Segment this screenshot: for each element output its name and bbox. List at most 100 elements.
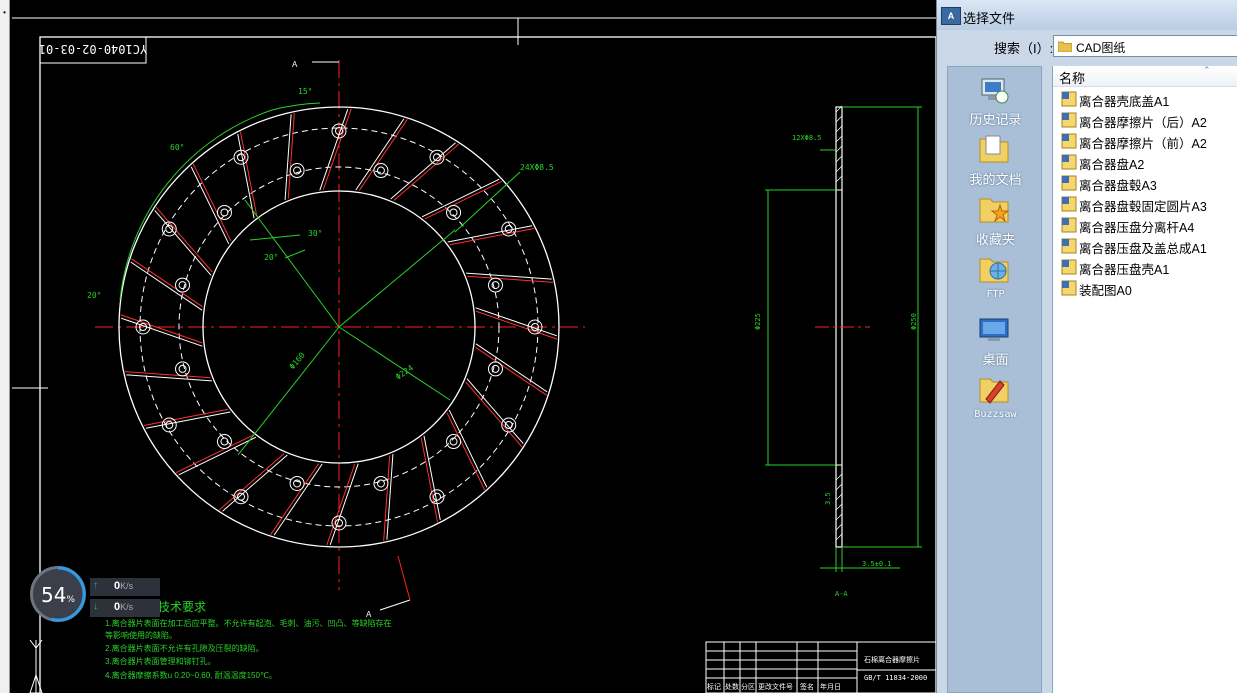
section-view: 12XΦ8.5 Φ225 Φ250 3.5 3.5±0.1 A-A: [754, 105, 922, 598]
folder-icon: [1058, 41, 1072, 52]
file-item[interactable]: 离合器盘毂A3: [1061, 173, 1237, 193]
dwg-file-icon: [1061, 238, 1077, 254]
dialog-titlebar[interactable]: A 选择文件: [937, 0, 1237, 30]
file-list[interactable]: 名称 ⌃ 离合器壳底盖A1 离合器摩擦片（后）A2 离合器摩擦片（前）A2 离合器盘A…: [1052, 65, 1237, 693]
rivet-hole: [175, 361, 191, 377]
slot-line: [447, 225, 533, 243]
section-mark-top: A: [292, 60, 298, 69]
file-item[interactable]: 离合器摩擦片（后）A2: [1061, 110, 1237, 130]
slot-line: [155, 206, 213, 273]
rivet-hole: [487, 361, 503, 377]
file-item[interactable]: 离合器摩擦片（前）A2: [1061, 131, 1237, 151]
slot-line: [192, 163, 232, 242]
arrow-down-icon: ↓: [93, 601, 98, 612]
slot-line: [143, 408, 229, 427]
dwg-file-icon: [1061, 154, 1077, 170]
rivet-hole-inner: [237, 153, 245, 162]
file-name: 离合器盘A2: [1079, 158, 1145, 172]
slot-line: [423, 435, 441, 521]
column-header-name[interactable]: 名称 ⌃: [1053, 65, 1237, 87]
slot-line: [467, 275, 554, 283]
slot-line: [120, 314, 203, 344]
slot-line: [319, 109, 349, 191]
file-item[interactable]: 离合器盘毂固定圆片A3: [1061, 194, 1237, 214]
select-file-dialog: A 选择文件 搜索（I）: CAD图纸 历史记录 我的文档 收藏夹 FTP 桌面…: [936, 0, 1237, 693]
gauge-percent: 54: [40, 583, 67, 607]
rivet-hole: [373, 475, 389, 491]
rivet-hole: [175, 277, 191, 293]
tech-note-3: 3.离合器片表面管理和铆钉孔。: [105, 656, 216, 666]
tech-note-1b: 等影响使用的缺陷。: [105, 630, 177, 640]
dim-d224: Φ224: [394, 363, 415, 382]
file-item[interactable]: 离合器压盘壳A1: [1061, 257, 1237, 277]
slot-line: [386, 453, 394, 540]
tb-header-0: 标记: [707, 682, 721, 691]
slot-line: [424, 180, 503, 220]
rivet-hole: [216, 434, 232, 450]
place-label: FTP: [986, 289, 1005, 300]
dim-20deg-left: 20°: [87, 291, 101, 300]
rivet-hole: [289, 475, 305, 491]
file-item[interactable]: 装配图A0: [1061, 278, 1237, 298]
file-name: 离合器壳底盖A1: [1079, 95, 1170, 109]
dwg-file-icon: [1061, 259, 1077, 275]
rivet-hole-inner: [178, 364, 187, 373]
system-monitor-widget[interactable]: 54% ↑ 0K/s ↓ 0K/s: [30, 566, 160, 626]
file-item[interactable]: 离合器压盘及盖总成A1: [1061, 236, 1237, 256]
slot-line: [273, 463, 323, 536]
place-label: 收藏夹: [975, 232, 1015, 247]
file-item[interactable]: 离合器压盘分离杆A4: [1061, 215, 1237, 235]
dim-d250: Φ250: [910, 313, 918, 330]
search-location-dropdown[interactable]: CAD图纸: [1053, 35, 1237, 57]
dwg-file-icon: [1061, 196, 1077, 212]
rivet-hole: [233, 489, 249, 505]
section-label: A-A: [835, 590, 848, 598]
file-name: 离合器盘毂A3: [1079, 179, 1157, 193]
rivet-hole: [373, 163, 389, 179]
dwg-file-icon: [1061, 175, 1077, 191]
dim-60deg: 60°: [170, 143, 184, 152]
arrow-up-icon: ↑: [93, 580, 98, 591]
column-name-label: 名称: [1059, 71, 1086, 86]
ftp-icon: [979, 258, 1009, 283]
dwg-file-icon: [1061, 133, 1077, 149]
tb-header-5: 年月日: [820, 682, 841, 691]
slot-line: [449, 227, 535, 246]
autocad-app-icon: A: [941, 7, 961, 25]
tech-requirements-title: 技术要求: [158, 600, 206, 614]
slot-line: [475, 307, 557, 337]
file-name: 装配图A0: [1079, 284, 1132, 298]
slot-line: [121, 317, 203, 347]
dim-thickness-tol: 3.5±0.1: [862, 560, 892, 568]
file-item[interactable]: 离合器壳底盖A1: [1061, 89, 1237, 109]
slot-line: [287, 112, 295, 199]
file-name: 离合器压盘分离杆A4: [1079, 221, 1195, 235]
rivet-hole: [429, 149, 445, 165]
places-bar: 历史记录 我的文档 收藏夹 FTP 桌面 Buzzsaw: [947, 66, 1042, 693]
rivet-hole-inner: [433, 492, 441, 501]
file-item[interactable]: 离合器盘A2: [1061, 152, 1237, 172]
tech-note-4: 4.离合器摩擦系数u 0.20~0.60, 耐温温度150℃。: [105, 670, 277, 680]
upload-unit: K/s: [120, 581, 134, 591]
dim-15deg: 15°: [298, 87, 312, 96]
place-label: 我的文档: [969, 172, 1022, 187]
title-block-name: 石棉离合器摩擦片: [864, 655, 920, 664]
dim-hole-count: 24XΦ8.5: [520, 163, 554, 172]
rivet-hole: [161, 221, 177, 237]
dwg-file-icon: [1061, 217, 1077, 233]
slot-line: [475, 346, 547, 396]
dim-d160: Φ160: [288, 351, 307, 372]
part-code: YC1040-02-03-01: [39, 42, 147, 56]
slot-line: [322, 108, 352, 191]
place-label: 桌面: [982, 352, 1009, 367]
cad-drawing-area[interactable]: • YC1040-02-03-01 A A 15° 60° 24XΦ8.5 30…: [0, 0, 936, 693]
search-row: 搜索（I）: CAD图纸: [937, 34, 1237, 62]
buzzsaw-icon: [979, 378, 1009, 404]
search-location-value: CAD图纸: [1076, 41, 1126, 55]
slot-line: [126, 374, 213, 382]
slot-line: [130, 261, 203, 311]
dwg-file-icon: [1061, 280, 1077, 296]
rivet-hole: [487, 277, 503, 293]
favorites-folder-icon: [979, 198, 1010, 223]
place-label: Buzzsaw: [974, 409, 1017, 420]
